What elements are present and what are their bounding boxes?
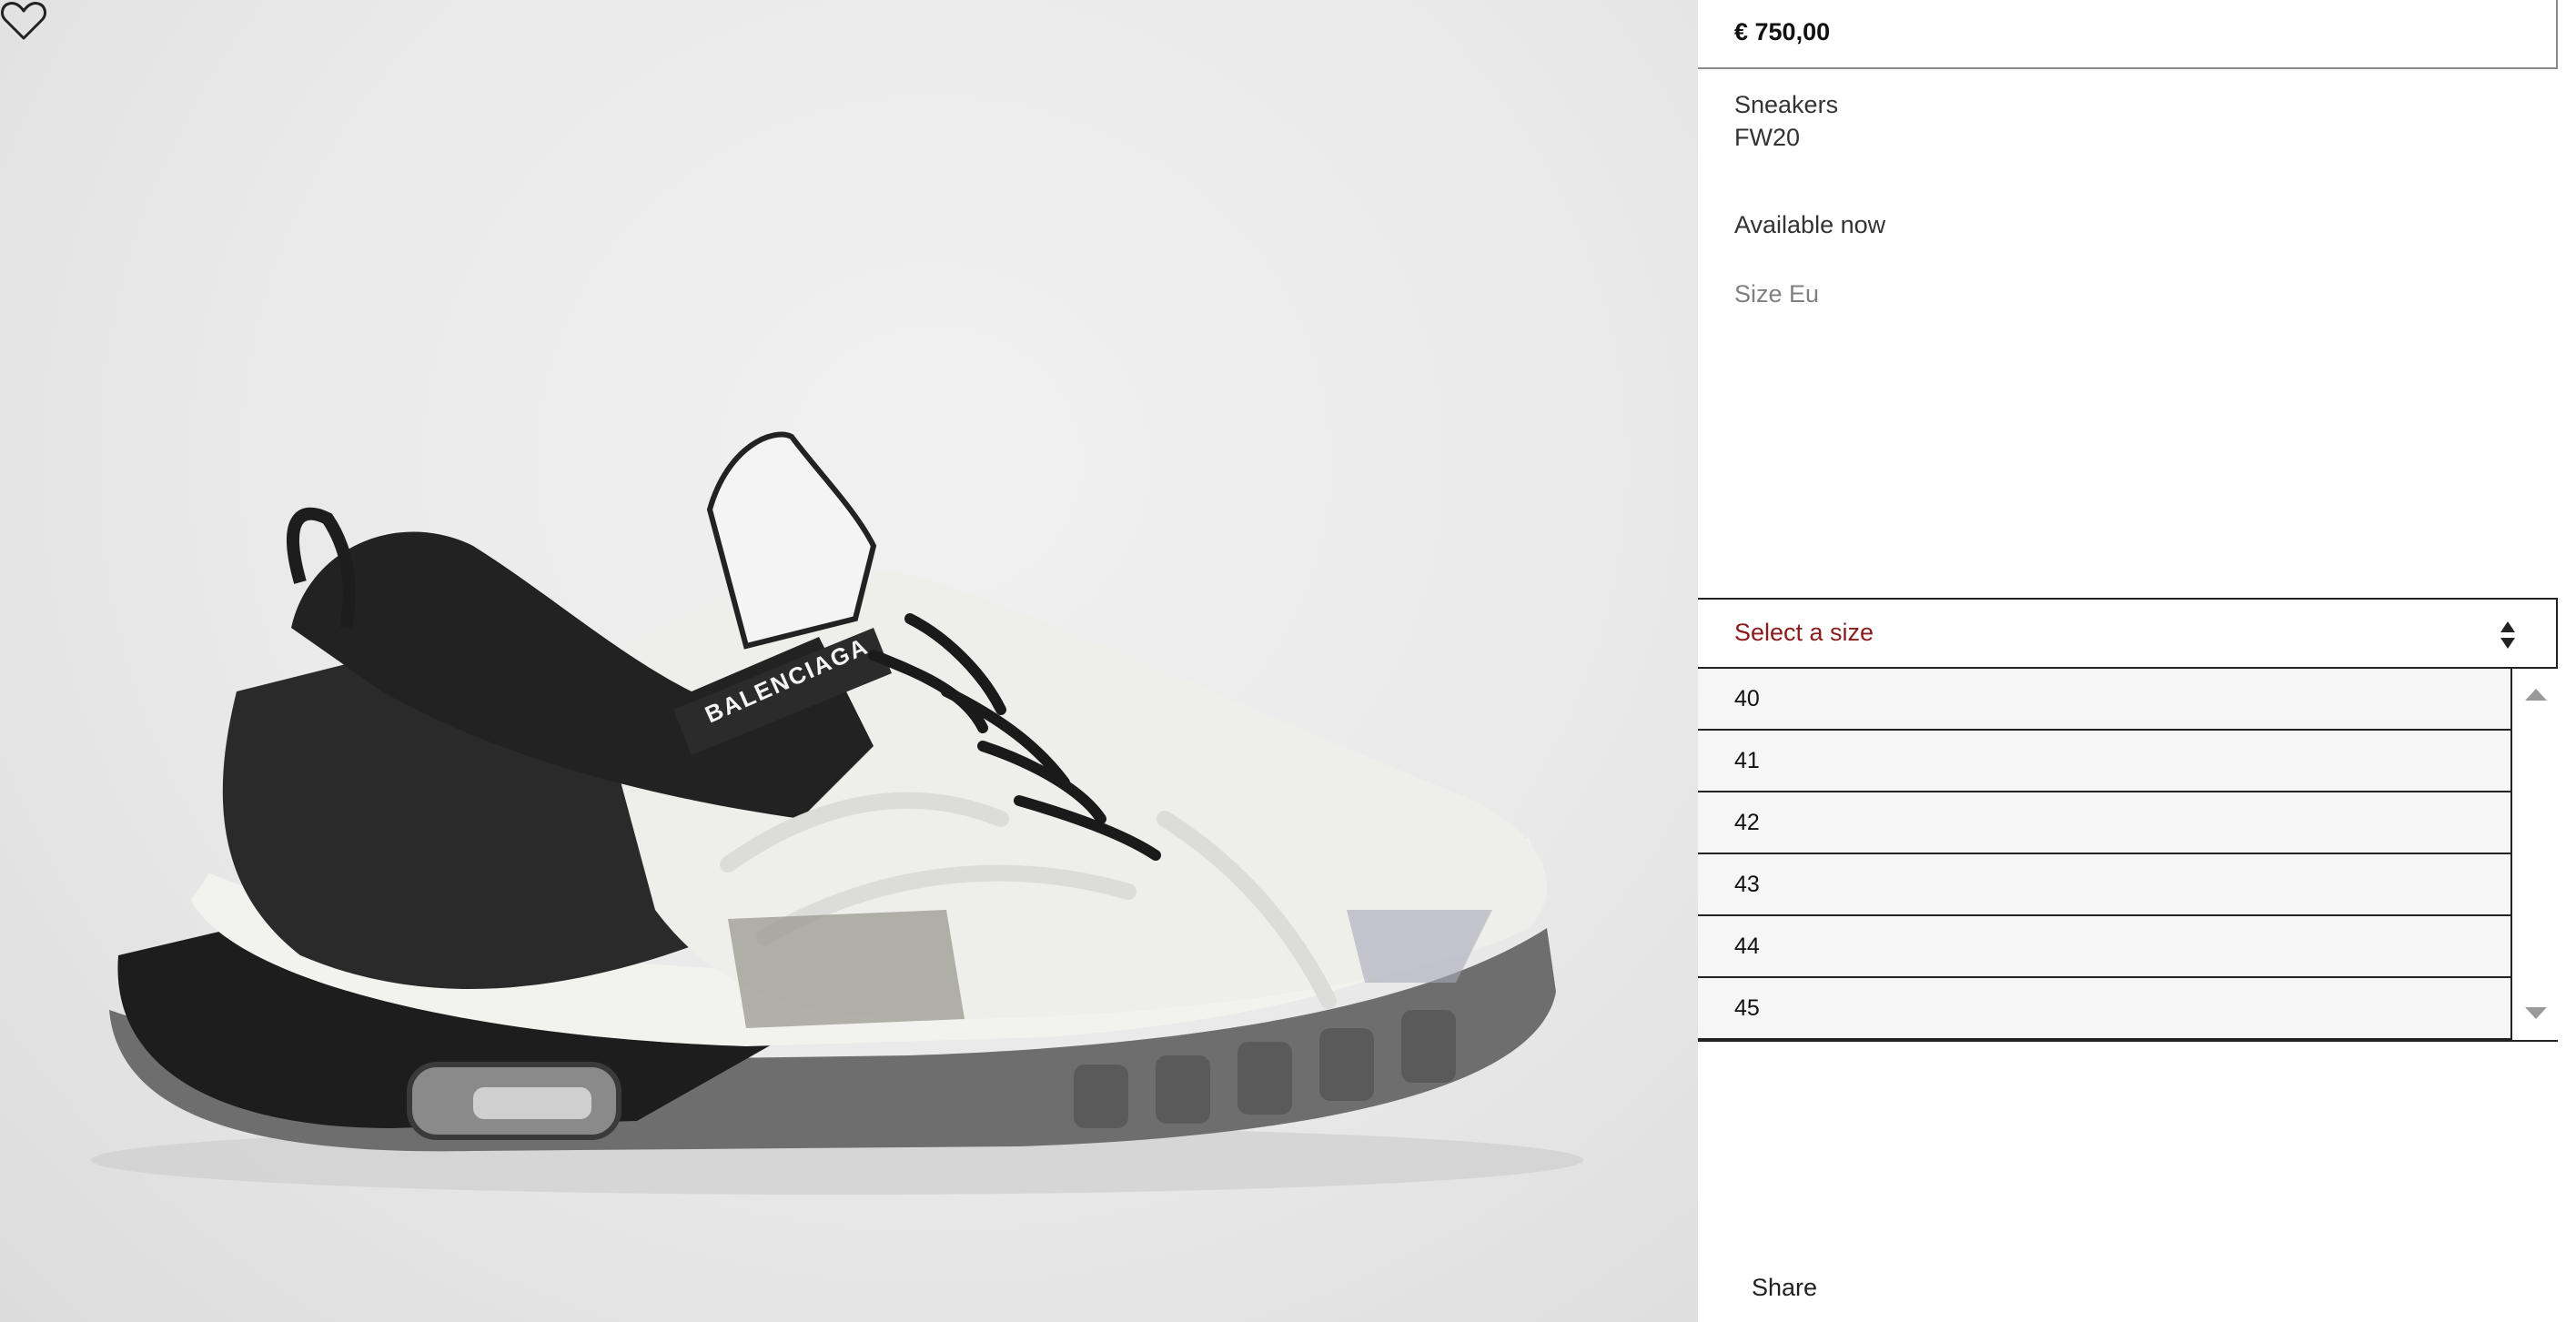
- size-option-label: 43: [1734, 872, 1760, 897]
- product-image: BALENCIAGA: [0, 0, 1698, 1322]
- product-info-panel: € 750,00 Sneakers FW20 Available now Siz…: [1698, 0, 2576, 1322]
- size-list-scrollbar[interactable]: [2510, 669, 2558, 1040]
- size-option[interactable]: 42: [1698, 792, 2510, 854]
- heart-icon[interactable]: [0, 0, 47, 42]
- size-option-label: 40: [1734, 686, 1760, 711]
- size-system-label: Size Eu: [1734, 280, 1820, 308]
- size-option[interactable]: 45: [1698, 978, 2510, 1040]
- scroll-down-icon[interactable]: [2525, 1007, 2547, 1019]
- size-option-label: 42: [1734, 810, 1760, 835]
- size-option[interactable]: 40: [1698, 669, 2510, 731]
- scroll-up-icon[interactable]: [2525, 689, 2547, 701]
- size-option-label: 44: [1734, 933, 1760, 959]
- size-option[interactable]: 44: [1698, 916, 2510, 978]
- size-option-label: 41: [1734, 748, 1760, 773]
- size-option-label: 45: [1734, 995, 1760, 1021]
- size-option[interactable]: 43: [1698, 854, 2510, 916]
- product-season: FW20: [1734, 124, 1801, 151]
- size-option[interactable]: 41: [1698, 731, 2510, 792]
- size-options-list: 40 41 42 43 44 45: [1698, 669, 2558, 1042]
- select-arrows-icon: [2500, 621, 2515, 649]
- availability-status: Available now: [1734, 211, 1886, 238]
- size-select-placeholder: Select a size: [1734, 619, 1874, 646]
- share-button[interactable]: Share: [1752, 1274, 1817, 1302]
- size-select[interactable]: Select a size: [1698, 598, 2558, 669]
- product-category: Sneakers: [1734, 91, 1839, 118]
- product-price: € 750,00: [1734, 18, 1831, 45]
- price-bar: € 750,00: [1698, 0, 2558, 69]
- sneaker-illustration: BALENCIAGA: [91, 431, 1583, 1195]
